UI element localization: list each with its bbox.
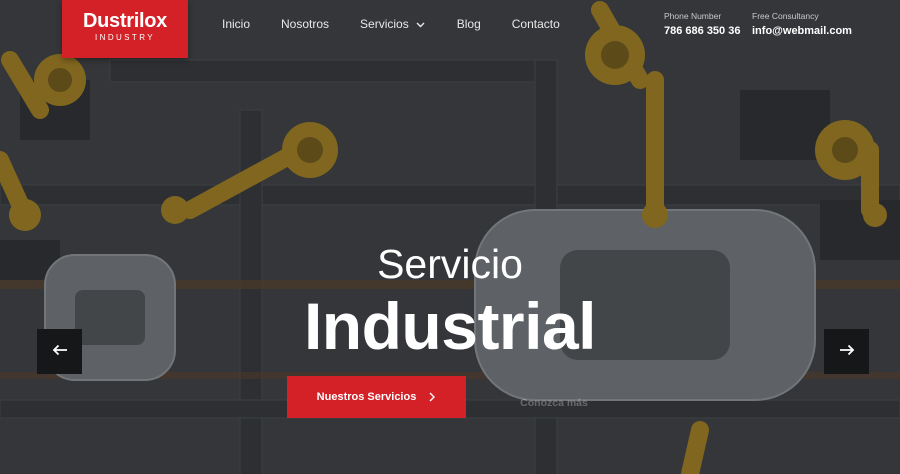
phone-number[interactable]: 786 686 350 36 [664,25,740,37]
services-button-label: Nuestros Servicios [316,391,417,403]
arrow-left-icon [52,343,68,361]
contact-email: Free Consultancy info@webmail.com [752,11,852,37]
learn-more-button[interactable]: Conozca más [499,383,609,423]
chevron-down-icon [415,19,426,30]
learn-more-label: Conozca más [520,397,588,409]
hero-title: Industrial [303,289,597,363]
consultancy-label: Free Consultancy [752,11,819,21]
nav-item-label: Contacto [511,17,560,31]
arrow-right-icon [839,343,855,361]
nav-item-label: Nosotros [281,17,330,31]
nav-item-inicio[interactable]: Inicio [222,17,250,31]
nav-item-contacto[interactable]: Contacto [512,17,560,31]
slider-prev-button[interactable] [37,329,82,374]
hero-slider: Dustrilox INDUSTRY Inicio Nosotros Servi… [0,0,900,474]
email-link[interactable]: info@webmail.com [752,25,852,37]
nav-item-label: Blog [456,17,481,31]
nav-item-label: Inicio [222,17,251,31]
contact-phone: Phone Number 786 686 350 36 [664,11,740,37]
chevron-right-icon [428,390,436,405]
services-button[interactable]: Nuestros Servicios [287,376,466,418]
phone-label: Phone Number [664,11,722,21]
hero-subtitle: Servicio [377,241,523,287]
slider-next-button[interactable] [824,329,869,374]
nav-item-nosotros[interactable]: Nosotros [281,17,329,31]
nav-item-servicios[interactable]: Servicios [360,17,426,31]
main-nav: Inicio Nosotros Servicios Blog Contacto [222,17,591,31]
brand-name: Dustrilox [83,10,167,32]
brand-tagline: INDUSTRY [95,33,155,42]
brand-logo[interactable]: Dustrilox INDUSTRY [62,0,188,58]
nav-item-blog[interactable]: Blog [457,17,481,31]
nav-item-label: Servicios [360,17,409,31]
